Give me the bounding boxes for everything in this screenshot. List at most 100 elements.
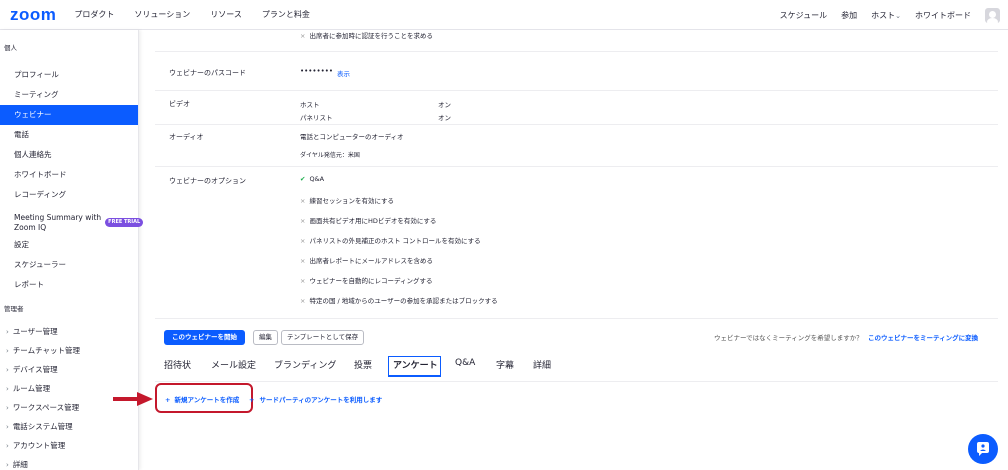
tab-branding[interactable]: ブランディング (274, 358, 336, 371)
sidebar-item-phone-system-management[interactable]: › 電話システム管理 (0, 417, 138, 436)
nav-join[interactable]: 参加 (841, 10, 857, 21)
video-panelist-value: オン (438, 114, 451, 122)
x-icon: × (300, 277, 306, 285)
tab-email-settings[interactable]: メール設定 (211, 358, 256, 371)
zoom-logo[interactable]: zoom (10, 5, 56, 25)
video-label: ビデオ (169, 100, 190, 108)
admin-item-label: 詳細 (12, 460, 28, 469)
arrow-right-icon (113, 392, 153, 406)
sidebar-item-advanced[interactable]: › 詳細 (0, 455, 138, 470)
chevron-right-icon: › (6, 461, 9, 469)
admin-item-label: アカウント管理 (12, 441, 66, 450)
tab-captions[interactable]: 字幕 (496, 358, 514, 371)
sidebar-item-account-management[interactable]: › アカウント管理 (0, 436, 138, 455)
option-attendee-report: × 出席者レポートにメールアドレスを含める (300, 255, 433, 265)
save-template-button[interactable]: テンプレートとして保存 (281, 330, 365, 345)
nav-whiteboard[interactable]: ホワイトボード (915, 10, 971, 21)
row-options: ウェビナーのオプション ✔ Q&A × 練習セッションを有効にする × 画面共有ビデオ… (155, 167, 998, 319)
sidebar-item-whiteboards[interactable]: ホワイトボード (0, 165, 138, 185)
avatar[interactable] (985, 7, 1000, 23)
chevron-right-icon: › (6, 423, 9, 431)
admin-item-label: ユーザー管理 (12, 327, 58, 336)
option-text: 特定の国 / 地域からのユーザーの参加を承認またはブロックする (309, 297, 498, 305)
tab-polls[interactable]: 投票 (354, 358, 372, 371)
admin-item-label: 電話システム管理 (12, 422, 73, 431)
sidebar-item-scheduler[interactable]: スケジューラー (0, 255, 138, 275)
x-icon: × (300, 32, 306, 40)
option-text: 画面共有ビデオ用にHDビデオを有効にする (309, 217, 437, 225)
sidebar-item-contacts[interactable]: 個人連絡先 (0, 145, 138, 165)
row-audio: オーディオ 電話とコンピューターのオーディオ ダイヤル発信元：米国 (155, 125, 998, 167)
dial-from: ダイヤル発信元：米国 (300, 152, 360, 159)
option-text: 出席者レポートにメールアドレスを含める (309, 257, 433, 265)
nav-host[interactable]: ホスト⌄ (871, 10, 901, 21)
chat-help-button[interactable] (968, 434, 998, 464)
row-auth: × 出席者に参加時に認証を行うことを求める (155, 30, 998, 52)
sidebar-item-settings[interactable]: 設定 (0, 235, 138, 255)
nav-solutions[interactable]: ソリューション (134, 9, 190, 20)
admin-item-label: チームチャット管理 (12, 346, 81, 355)
option-auth: × 出席者に参加時に認証を行うことを求める (300, 30, 433, 40)
sidebar-item-meetings[interactable]: ミーティング (0, 85, 138, 105)
nav-products[interactable]: プロダクト (74, 9, 114, 20)
tab-invitations[interactable]: 招待状 (164, 358, 191, 371)
sidebar-item-reports[interactable]: レポート (0, 275, 138, 295)
chevron-right-icon: › (6, 404, 9, 412)
create-survey-link[interactable]: + 新規アンケートを作成 (165, 394, 239, 404)
sidebar-section-admin: 管理者 (4, 305, 24, 313)
option-qa-text: Q&A (309, 175, 325, 183)
tab-more[interactable]: 詳細 (533, 358, 551, 371)
third-party-survey-link[interactable]: + サードパーティのアンケートを利用します (249, 394, 382, 404)
sidebar-item-phone[interactable]: 電話 (0, 125, 138, 145)
edit-button[interactable]: 編集 (253, 330, 278, 345)
nav-resources[interactable]: リソース (210, 9, 242, 20)
chevron-right-icon: › (6, 366, 9, 374)
option-qa: ✔ Q&A (300, 175, 324, 183)
show-passcode-link[interactable]: 表示 (337, 68, 350, 78)
option-practice: × 練習セッションを有効にする (300, 195, 394, 205)
sidebar-item-profile[interactable]: プロフィール (0, 65, 138, 85)
option-auto-record: × ウェビナーを自動的にレコーディングする (300, 275, 433, 285)
sidebar-item-user-management[interactable]: › ユーザー管理 (0, 322, 138, 341)
admin-item-label: ワークスペース管理 (12, 403, 80, 412)
convert-to-meeting-link[interactable]: このウェビナーをミーティングに変換 (868, 332, 978, 342)
passcode-value: •••••••• (300, 67, 334, 75)
row-passcode: ウェビナーのパスコード •••••••• 表示 (155, 52, 998, 91)
nav-host-label: ホスト (871, 10, 896, 20)
tab-surveys[interactable]: アンケート (393, 358, 438, 371)
check-icon: ✔ (300, 175, 306, 183)
sidebar-item-webinars[interactable]: ウェビナー (0, 105, 138, 125)
tab-qa[interactable]: Q&A (455, 358, 475, 368)
option-appearance: × パネリストの外見補正のホスト コントロールを有効にする (300, 235, 481, 245)
x-icon: × (300, 217, 306, 225)
sidebar-item-team-chat-management[interactable]: › チームチャット管理 (0, 341, 138, 360)
video-panelist: パネリスト (300, 114, 333, 122)
passcode-label: ウェビナーのパスコード (169, 69, 246, 77)
x-icon: × (300, 257, 306, 265)
options-label: ウェビナーのオプション (169, 177, 246, 185)
meeting-summary-line2: Zoom IQ (14, 222, 47, 232)
top-header: zoom プロダクト ソリューション リソース プランと料金 スケジュール 参加… (0, 0, 1008, 30)
webinar-detail: × 出席者に参加時に認証を行うことを求める ウェビナーのパスコード •••••••… (155, 30, 998, 470)
create-survey-label: 新規アンケートを作成 (174, 396, 240, 404)
option-text: 練習セッションを有効にする (309, 197, 395, 205)
sidebar-item-meeting-summary[interactable]: Meeting Summary with Zoom IQ FREE TRIAL (0, 205, 144, 235)
x-icon: × (300, 197, 306, 205)
admin-item-label: ルーム管理 (12, 384, 51, 393)
chevron-right-icon: › (6, 442, 9, 450)
option-text: ウェビナーを自動的にレコーディングする (309, 277, 433, 285)
option-region-block: × 特定の国 / 地域からのユーザーの参加を承認またはブロックする (300, 295, 498, 305)
chevron-right-icon: › (6, 385, 9, 393)
chat-icon (977, 442, 989, 456)
tabs: 招待状 メール設定 ブランディング 投票 アンケート Q&A 字幕 詳細 (155, 352, 998, 382)
admin-item-label: デバイス管理 (12, 365, 58, 374)
sidebar-item-device-management[interactable]: › デバイス管理 (0, 360, 138, 379)
nav-pricing[interactable]: プランと料金 (262, 9, 310, 20)
plus-icon: + (165, 396, 171, 404)
video-host-value: オン (438, 101, 451, 109)
chevron-right-icon: › (6, 347, 9, 355)
sidebar-section-personal: 個人 (4, 44, 17, 52)
start-webinar-button[interactable]: このウェビナーを開始 (164, 330, 245, 345)
sidebar-item-recordings[interactable]: レコーディング (0, 185, 138, 205)
nav-schedule[interactable]: スケジュール (780, 10, 827, 21)
